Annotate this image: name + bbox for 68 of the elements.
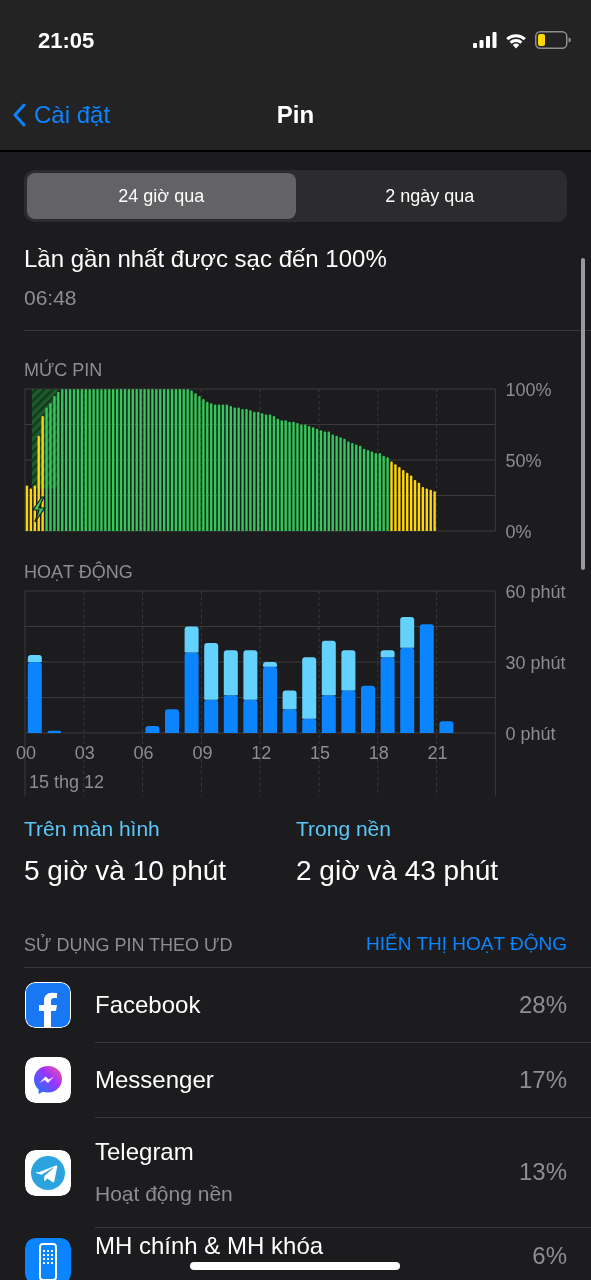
axis-label: 06	[133, 742, 154, 763]
screen-time-bar	[27, 661, 42, 733]
axis-label: 15	[310, 742, 330, 763]
segment-tab[interactable]: 2 ngày qua	[295, 173, 564, 219]
background-time-bar	[380, 649, 395, 657]
usage-label: Trên màn hình	[24, 815, 161, 842]
screen-time-bar	[341, 689, 356, 733]
section-heading: MỨC PIN	[23, 358, 104, 381]
axis-label: 0%	[505, 521, 532, 539]
axis-label: 03	[74, 742, 95, 763]
messenger-logo-icon	[25, 1057, 71, 1103]
facebook-logo-icon	[25, 982, 71, 1028]
app-name: Telegram	[95, 1137, 195, 1168]
app-detail: Hoạt động nền	[95, 1181, 233, 1208]
battery-icon	[535, 31, 571, 49]
axis-label: 50%	[505, 450, 542, 471]
usage-value: 5 giờ và 10 phút	[24, 854, 228, 888]
screen-time-bar	[145, 725, 160, 733]
app-row[interactable]: Facebook 28%	[0, 967, 591, 1043]
signal-icon	[473, 32, 497, 48]
axis-label: 0 phút	[505, 723, 556, 744]
screen-time-bar	[47, 730, 62, 733]
telegram-logo-icon	[25, 1149, 71, 1196]
app-row[interactable]: MH chính & MH khóa 6%	[0, 1227, 591, 1280]
page-title: Pin	[276, 100, 315, 130]
chevron-left-icon	[12, 103, 26, 127]
screen-time-bar	[243, 699, 258, 733]
axis-label: 60 phút	[505, 582, 566, 602]
app-row[interactable]: Messenger 17%	[0, 1042, 591, 1118]
app-row[interactable]: Telegram Hoạt động nền 13%	[0, 1117, 591, 1228]
screen-time-bar	[165, 708, 179, 733]
screen-time-bar	[439, 720, 454, 733]
app-name: Facebook	[95, 989, 201, 1020]
app-name: MH chính & MH khóa	[95, 1233, 324, 1258]
usage-value: 2 giờ và 43 phút	[296, 854, 499, 888]
screen-time-bar	[282, 708, 297, 733]
screen-time-bar	[263, 666, 277, 733]
app-percent: 17%	[518, 1064, 567, 1095]
last-charged-title: Lần gần nhất được sạc đến 100%	[24, 244, 388, 274]
charging-bolt-icon	[31, 495, 47, 523]
wifi-icon	[505, 31, 527, 49]
show-activity-link[interactable]: HIỂN THỊ HOẠT ĐỘNG	[366, 930, 567, 959]
background-time-bar	[263, 661, 277, 667]
app-name: Messenger	[95, 1064, 214, 1095]
axis-label: 12	[251, 742, 272, 763]
date-label: 15 thg 12	[29, 771, 105, 792]
axis-label: 100%	[505, 380, 552, 400]
back-button[interactable]: Cài đặt	[12, 97, 111, 133]
status-time: 21:05	[38, 26, 95, 55]
app-percent: 13%	[518, 1157, 567, 1187]
screen-time-bar	[204, 699, 219, 733]
app-percent: 6%	[532, 1240, 567, 1271]
screen-time-bar	[321, 694, 336, 733]
screen-time-bar	[223, 694, 238, 733]
screen-time-bar	[361, 685, 375, 733]
app-percent: 28%	[518, 989, 567, 1020]
last-charged-time: 06:48	[24, 285, 78, 311]
background-time-bar	[27, 654, 42, 662]
section-heading: HOẠT ĐỘNG	[23, 560, 134, 583]
axis-label: 21	[427, 742, 448, 763]
axis-label: 00	[16, 742, 36, 763]
axis-label: 18	[368, 742, 389, 763]
section-heading: SỬ DỤNG PIN THEO ƯD	[24, 933, 233, 957]
axis-label: 30 phút	[505, 652, 566, 673]
axis-label: 09	[192, 742, 213, 763]
usage-label: Trong nền	[296, 815, 392, 842]
phone-grid-icon	[25, 1237, 71, 1280]
segment-tab[interactable]: 24 giờ qua	[27, 173, 296, 219]
